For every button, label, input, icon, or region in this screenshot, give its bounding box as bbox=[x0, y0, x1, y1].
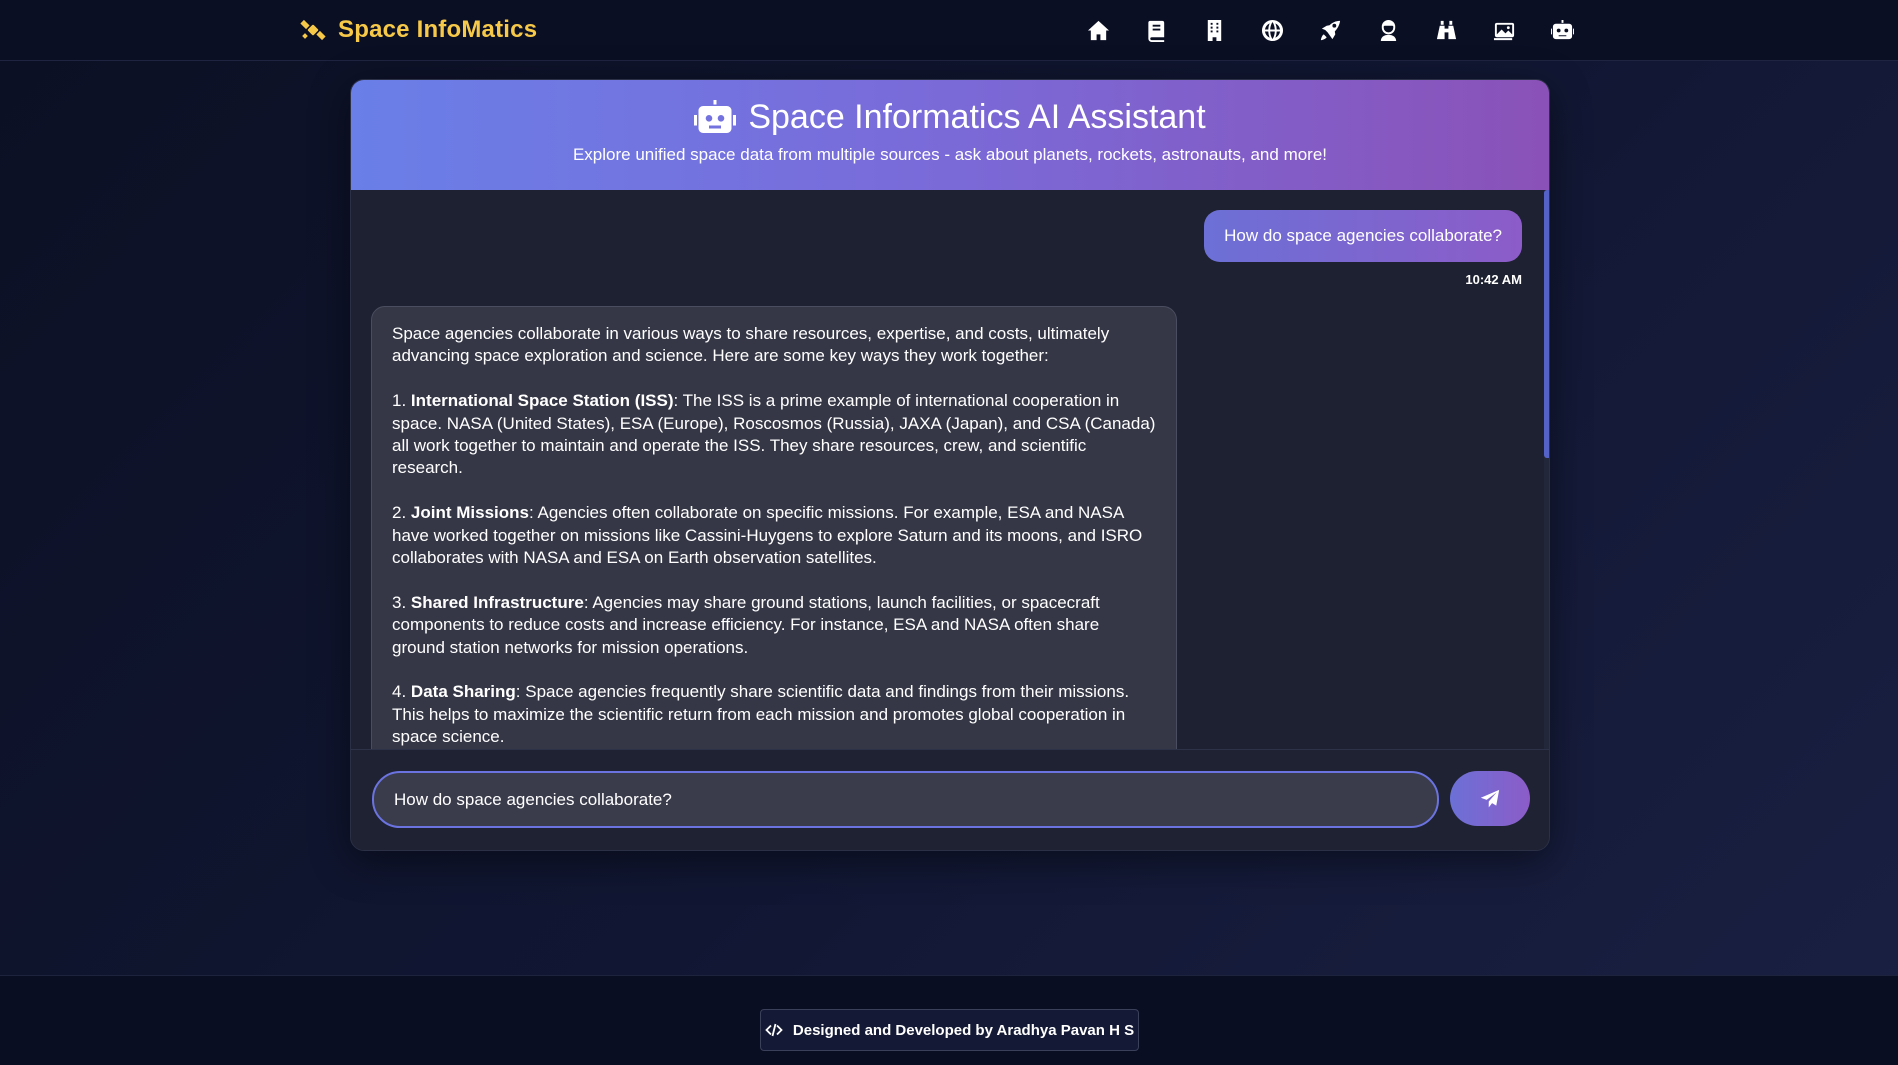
footer-credit: Designed and Developed by Aradhya Pavan … bbox=[760, 1009, 1139, 1051]
chat-card: Space Informatics AI Assistant Explore u… bbox=[350, 79, 1550, 851]
satellite-icon bbox=[300, 19, 326, 41]
ai-point: 3. Shared Infrastructure: Agencies may s… bbox=[392, 592, 1100, 657]
user-message: How do space agencies collaborate? bbox=[1204, 210, 1522, 262]
ai-point: 1. International Space Station (ISS): Th… bbox=[392, 391, 1156, 478]
images-icon[interactable] bbox=[1492, 18, 1516, 42]
ai-intro: Space agencies collaborate in various wa… bbox=[392, 324, 1110, 366]
building-icon[interactable] bbox=[1202, 18, 1226, 42]
messages-area[interactable]: How do space agencies collaborate? 10:42… bbox=[351, 190, 1549, 831]
robot-icon bbox=[694, 99, 737, 133]
binoculars-icon[interactable] bbox=[1434, 18, 1458, 42]
scrollbar-thumb[interactable] bbox=[1544, 190, 1549, 458]
brand[interactable]: Space InfoMatics bbox=[300, 14, 537, 46]
footer: Designed and Developed by Aradhya Pavan … bbox=[0, 975, 1898, 1065]
chat-subtitle: Explore unified space data from multiple… bbox=[572, 145, 1328, 164]
paper-plane-icon bbox=[1480, 789, 1500, 807]
rocket-icon[interactable] bbox=[1318, 18, 1342, 42]
chat-input[interactable] bbox=[372, 771, 1439, 828]
code-icon bbox=[765, 1023, 783, 1037]
footer-text: Designed and Developed by Aradhya Pavan … bbox=[792, 1021, 1135, 1039]
ai-point: 4. Data Sharing: Space agencies frequent… bbox=[392, 682, 1130, 747]
nav-icons bbox=[1086, 14, 1574, 46]
scrollbar[interactable] bbox=[1544, 190, 1549, 831]
top-navbar: Space InfoMatics bbox=[0, 0, 1898, 61]
robot-icon[interactable] bbox=[1550, 18, 1574, 42]
chat-header: Space Informatics AI Assistant Explore u… bbox=[351, 80, 1549, 190]
book-icon[interactable] bbox=[1144, 18, 1168, 42]
message-timestamp: 10:42 AM bbox=[1465, 272, 1522, 287]
chat-title: Space Informatics AI Assistant bbox=[748, 98, 1206, 136]
home-icon[interactable] bbox=[1086, 18, 1110, 42]
input-bar bbox=[351, 749, 1549, 850]
brand-name: Space InfoMatics bbox=[338, 16, 538, 43]
globe-icon[interactable] bbox=[1260, 18, 1284, 42]
ai-point: 2. Joint Missions: Agencies often collab… bbox=[392, 503, 1143, 568]
astronaut-icon[interactable] bbox=[1376, 18, 1400, 42]
send-button[interactable] bbox=[1450, 771, 1530, 826]
